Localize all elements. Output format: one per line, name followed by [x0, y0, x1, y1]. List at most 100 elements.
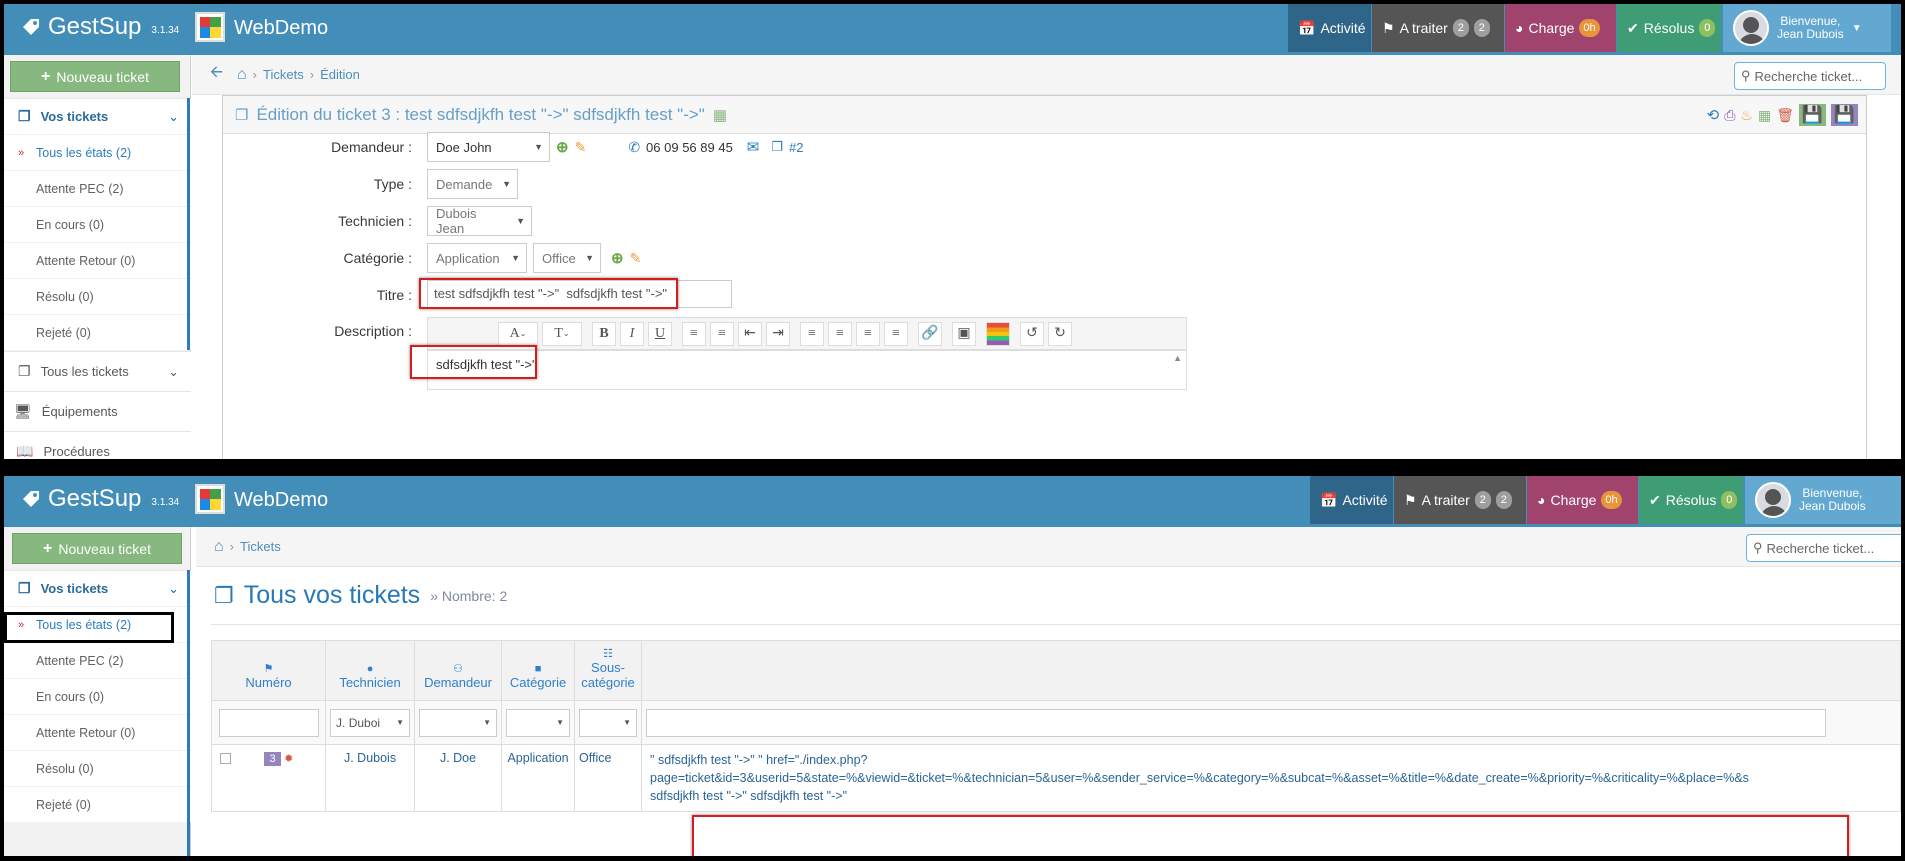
- breadcrumb-tickets[interactable]: Tickets: [263, 67, 304, 82]
- align-right-button[interactable]: ≡: [856, 321, 880, 346]
- col-title[interactable]: [641, 640, 1901, 701]
- sidebar-your-tickets[interactable]: ❐ Vos tickets ⌄: [4, 98, 191, 134]
- calendar-icon[interactable]: ▦: [713, 106, 727, 124]
- number-filter-input[interactable]: [218, 708, 319, 737]
- sidebar-item-in-progress[interactable]: En cours (0): [4, 206, 191, 242]
- back-circle-icon[interactable]: ⟲: [1707, 106, 1720, 124]
- sidebar-item-rejected[interactable]: Rejeté (0): [4, 314, 191, 350]
- description-editor[interactable]: sdfsdjkfh test "->" ▲: [427, 350, 1187, 390]
- sidebar-item-resolved[interactable]: Résolu (0): [4, 750, 191, 786]
- subcategory-select[interactable]: Office ▼: [533, 243, 601, 273]
- sidebar-all-tickets[interactable]: ❐ Tous les tickets ⌄: [4, 351, 191, 391]
- row-requester[interactable]: J. Doe: [414, 744, 503, 812]
- col-category[interactable]: ■ Catégorie: [501, 640, 576, 701]
- outdent-button[interactable]: ⇤: [738, 321, 762, 346]
- technician-filter-select[interactable]: J. Duboi ▼: [330, 708, 411, 737]
- activity-button[interactable]: 📅 Activité: [1288, 4, 1371, 52]
- indent-button[interactable]: ⇥: [766, 321, 790, 346]
- align-center-button[interactable]: ≡: [828, 321, 852, 346]
- sidebar-item-rejected[interactable]: Rejeté (0): [4, 786, 191, 822]
- breadcrumb-tickets[interactable]: Tickets: [240, 539, 281, 554]
- sidebar-item-waiting-return[interactable]: Attente Retour (0): [4, 714, 191, 750]
- pencil-icon[interactable]: ✎: [575, 139, 587, 156]
- row-category[interactable]: Application: [501, 744, 576, 812]
- sidebar-item-resolved[interactable]: Résolu (0): [4, 278, 191, 314]
- app-logo[interactable]: GestSup 3.1.34: [20, 12, 226, 42]
- add-circle-icon[interactable]: ⊕: [556, 138, 569, 156]
- resolved-button[interactable]: ✔ Résolus 0: [1639, 476, 1743, 524]
- sidebar-procedures[interactable]: 📖 Procédures: [4, 431, 191, 459]
- row-technician[interactable]: J. Dubois: [325, 744, 416, 812]
- new-ticket-button[interactable]: + Nouveau ticket: [10, 61, 180, 92]
- row-subcategory[interactable]: Office: [574, 744, 643, 812]
- link-icon[interactable]: 🔗: [918, 321, 942, 346]
- sidebar-your-tickets[interactable]: ❐ Vos tickets ⌄: [4, 570, 191, 606]
- tickets-table: ⚑ Numéro ● Technicien ⚇ Demandeur ■ Catégori…: [210, 640, 1901, 812]
- subcategory-filter-select[interactable]: ▼: [579, 708, 638, 737]
- col-subcategory[interactable]: ☷ Sous-catégorie: [574, 640, 643, 701]
- sidebar-equipment[interactable]: 🖥 Équipements: [4, 391, 191, 431]
- user-menu[interactable]: Bienvenue, Jean Dubois ▼: [1723, 4, 1891, 52]
- bullet-list-button[interactable]: ≡: [682, 321, 706, 346]
- category-select[interactable]: Application ▼: [427, 243, 527, 273]
- requester-tickets-link[interactable]: #2: [789, 140, 803, 155]
- sidebar-item-in-progress[interactable]: En cours (0): [4, 678, 191, 714]
- search-input[interactable]: ⚲ Recherche ticket...: [1746, 534, 1901, 562]
- category-filter-select[interactable]: ▼: [506, 708, 571, 737]
- sidebar-item-pending[interactable]: Attente PEC (2): [4, 170, 191, 206]
- image-icon[interactable]: ▣: [952, 321, 976, 346]
- col-technician[interactable]: ● Technicien: [325, 640, 416, 701]
- add-circle-icon[interactable]: ⊕: [611, 249, 624, 267]
- underline-button[interactable]: U: [648, 321, 672, 346]
- technician-select[interactable]: Dubois Jean ▼: [427, 206, 532, 236]
- requester-select[interactable]: Doe John ▼: [427, 132, 550, 162]
- scroll-up-icon[interactable]: ▲: [1173, 353, 1182, 363]
- save-close-button[interactable]: 💾: [1831, 104, 1858, 126]
- to-process-button[interactable]: ⚑ A traiter 2 2: [1394, 476, 1526, 524]
- new-ticket-button[interactable]: + Nouveau ticket: [12, 533, 182, 564]
- font-color-button[interactable]: A ⌄: [498, 321, 538, 346]
- sidebar-item-pending[interactable]: Attente PEC (2): [4, 642, 191, 678]
- load-button[interactable]: ◕ Charge 0h: [1505, 4, 1616, 52]
- color-palette-icon[interactable]: [986, 321, 1010, 346]
- search-input[interactable]: ⚲ Recherche ticket...: [1734, 62, 1886, 90]
- save-button[interactable]: 💾: [1799, 104, 1826, 126]
- title-filter-input[interactable]: [646, 708, 1827, 737]
- row-title[interactable]: " sdfsdjkfh test "->" " href="./index.ph…: [641, 744, 1901, 812]
- sidebar-item-all-states[interactable]: » Tous les états (2): [4, 134, 191, 170]
- app-logo[interactable]: GestSup 3.1.34: [20, 484, 226, 514]
- requester-filter-select[interactable]: ▼: [419, 708, 498, 737]
- activity-button[interactable]: 📅 Activité: [1310, 476, 1393, 524]
- back-arrow-icon[interactable]: 🡨: [210, 61, 223, 88]
- table-row[interactable]: 3 ✹ J. Dubois J. Doe Application Office …: [210, 744, 1901, 812]
- app-name: GestSup: [48, 13, 142, 40]
- pencil-icon[interactable]: ✎: [630, 250, 642, 267]
- print-icon[interactable]: ⎙: [1724, 107, 1735, 124]
- trash-icon[interactable]: 🗑: [1776, 107, 1794, 124]
- bell-icon[interactable]: ♨: [1740, 107, 1753, 124]
- breadcrumb-edit[interactable]: Édition: [320, 67, 360, 82]
- undo-icon[interactable]: ↺: [1020, 321, 1044, 346]
- ticket-number-badge[interactable]: 3: [264, 752, 281, 766]
- type-select[interactable]: Demande ▼: [427, 169, 518, 199]
- envelope-icon[interactable]: ✉: [747, 138, 760, 156]
- home-icon[interactable]: ⌂: [214, 538, 224, 556]
- font-size-button[interactable]: T ⌄: [542, 321, 582, 346]
- row-checkbox[interactable]: [220, 753, 231, 765]
- sidebar-item-waiting-return[interactable]: Attente Retour (0): [4, 242, 191, 278]
- align-left-button[interactable]: ≡: [800, 321, 824, 346]
- redo-icon[interactable]: ↻: [1048, 321, 1072, 346]
- resolved-button[interactable]: ✔ Résolus 0: [1617, 4, 1721, 52]
- user-menu[interactable]: Bienvenue, Jean Dubois: [1745, 476, 1901, 524]
- italic-button[interactable]: I: [620, 321, 644, 346]
- numbered-list-button[interactable]: ≡: [710, 321, 734, 346]
- calendar-icon[interactable]: ▦: [1758, 107, 1771, 124]
- justify-button[interactable]: ≡: [884, 321, 908, 346]
- load-button[interactable]: ◕ Charge 0h: [1527, 476, 1638, 524]
- bold-button[interactable]: B: [592, 321, 616, 346]
- col-requester[interactable]: ⚇ Demandeur: [414, 640, 503, 701]
- to-process-badge: 2: [1473, 19, 1490, 37]
- col-number[interactable]: ⚑ Numéro: [210, 640, 327, 701]
- to-process-button[interactable]: ⚑ A traiter 2 2: [1372, 4, 1504, 52]
- home-icon[interactable]: ⌂: [237, 66, 247, 84]
